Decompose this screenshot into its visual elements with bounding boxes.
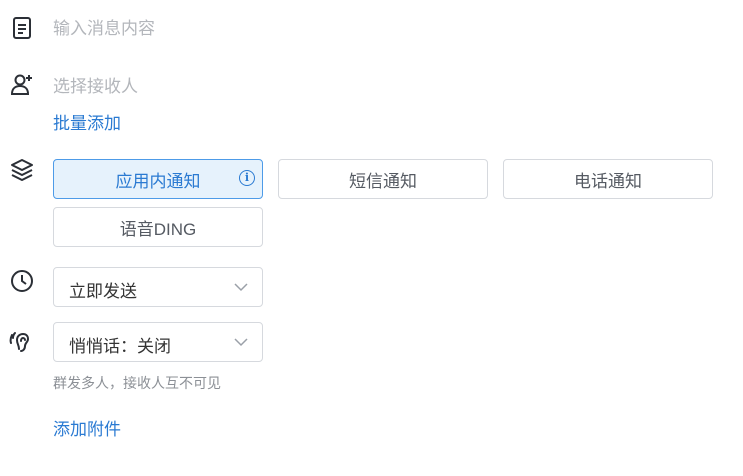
option-label: 语音DING xyxy=(119,219,197,239)
message-input[interactable]: 输入消息内容 xyxy=(53,14,155,39)
add-attachment-link[interactable]: 添加附件 xyxy=(53,415,121,440)
ear-icon xyxy=(9,329,35,355)
batch-add-link[interactable]: 批量添加 xyxy=(53,109,121,134)
chevron-down-icon xyxy=(234,283,248,292)
layers-icon xyxy=(9,157,35,183)
whisper-select[interactable]: 悄悄话：关闭 xyxy=(53,322,263,362)
option-in-app-notify[interactable]: 应用内通知 i xyxy=(53,159,263,199)
option-phone-notify[interactable]: 电话通知 xyxy=(503,159,713,199)
receiver-input[interactable]: 选择接收人 xyxy=(53,72,138,97)
option-label: 应用内通知 xyxy=(115,171,201,191)
add-user-icon xyxy=(9,71,35,97)
option-sms-notify[interactable]: 短信通知 xyxy=(278,159,488,199)
whisper-value: 悄悄话：关闭 xyxy=(69,337,171,356)
option-label: 电话通知 xyxy=(574,171,642,191)
info-icon[interactable]: i xyxy=(239,170,255,186)
clock-icon xyxy=(9,268,35,294)
chevron-down-icon xyxy=(234,338,248,347)
option-voice-ding[interactable]: 语音DING xyxy=(53,207,263,247)
whisper-hint: 群发多人，接收人互不可见 xyxy=(53,375,221,391)
send-time-value: 立即发送 xyxy=(69,282,137,301)
send-time-select[interactable]: 立即发送 xyxy=(53,267,263,307)
option-label: 短信通知 xyxy=(349,171,417,191)
document-icon xyxy=(9,15,35,41)
